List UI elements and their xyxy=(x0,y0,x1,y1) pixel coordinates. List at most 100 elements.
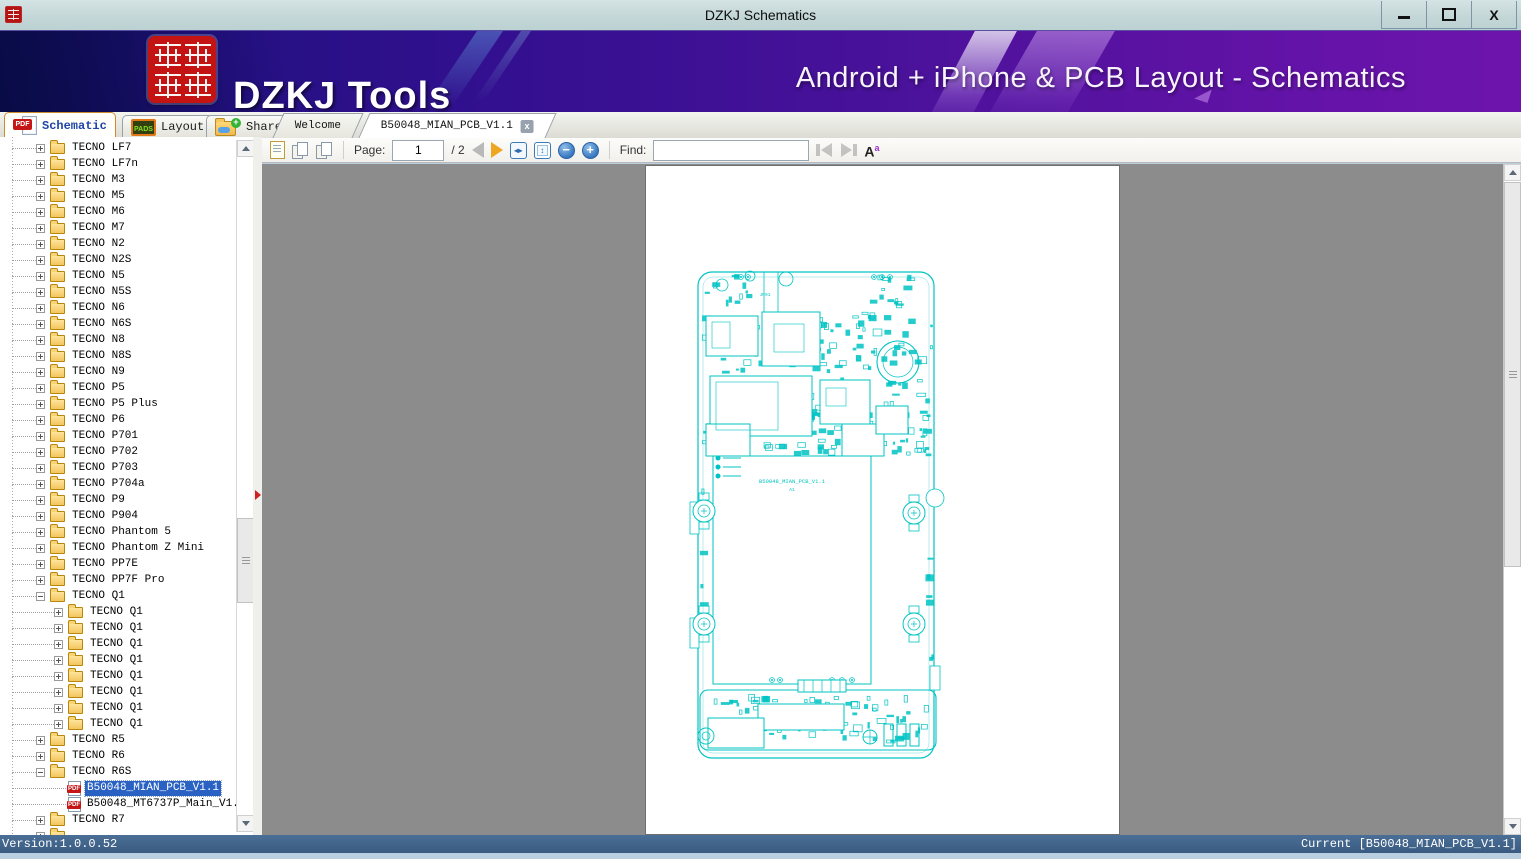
expand-toggle-icon[interactable] xyxy=(54,687,63,697)
expand-toggle-icon[interactable] xyxy=(36,159,45,169)
expand-toggle-icon[interactable] xyxy=(36,495,45,505)
expand-toggle-icon[interactable] xyxy=(36,815,45,825)
tree-item[interactable]: TECNO N5 xyxy=(0,267,253,284)
tree-item[interactable]: TECNO Q1 xyxy=(0,699,253,716)
expand-toggle-icon[interactable] xyxy=(36,303,45,313)
tree-item[interactable]: TECNO P9 xyxy=(0,491,253,508)
expand-toggle-icon[interactable] xyxy=(36,559,45,569)
tree-scrollbar[interactable] xyxy=(236,140,254,832)
tree-item[interactable]: TECNO M7 xyxy=(0,219,253,236)
tree-item[interactable]: TECNO N8 xyxy=(0,331,253,348)
tree-item[interactable]: TECNO Q1 xyxy=(0,619,253,636)
tree-item[interactable]: TECNO P904 xyxy=(0,507,253,524)
tree-item[interactable]: TECNO M3 xyxy=(0,171,253,188)
tree-item[interactable]: TECNO M6 xyxy=(0,203,253,220)
tree-item[interactable]: TECNO R7 xyxy=(0,811,253,828)
tree-item[interactable]: TECNO P702 xyxy=(0,443,253,460)
tree-item[interactable] xyxy=(0,827,253,835)
find-next-icon[interactable] xyxy=(840,143,858,157)
tree-item[interactable]: TECNO PP7F Pro xyxy=(0,571,253,588)
scroll-up-icon[interactable] xyxy=(1504,164,1521,181)
tree-item[interactable]: TECNO N9 xyxy=(0,363,253,380)
tree-item[interactable]: TECNO LF7n xyxy=(0,155,253,172)
tree-item[interactable]: TECNO Q1 xyxy=(0,651,253,668)
tree-item[interactable]: TECNO R6S xyxy=(0,763,253,780)
scroll-down-icon[interactable] xyxy=(1504,818,1521,835)
expand-toggle-icon[interactable] xyxy=(36,527,45,537)
collapse-toggle-icon[interactable] xyxy=(36,591,45,601)
tree-item[interactable]: TECNO N6 xyxy=(0,299,253,316)
expand-toggle-icon[interactable] xyxy=(54,703,63,713)
expand-toggle-icon[interactable] xyxy=(36,335,45,345)
tree-item[interactable]: TECNO M5 xyxy=(0,187,253,204)
fit-page-button[interactable]: ↕ xyxy=(533,141,551,159)
expand-toggle-icon[interactable] xyxy=(54,623,63,633)
tree-item[interactable]: TECNO Phantom Z Mini xyxy=(0,539,253,556)
scroll-down-icon[interactable] xyxy=(237,815,254,832)
page-number-input[interactable] xyxy=(392,139,445,161)
expand-toggle-icon[interactable] xyxy=(36,751,45,761)
expand-toggle-icon[interactable] xyxy=(36,399,45,409)
expand-toggle-icon[interactable] xyxy=(36,367,45,377)
expand-toggle-icon[interactable] xyxy=(36,415,45,425)
tree-item[interactable]: TECNO LF7 xyxy=(0,139,253,156)
expand-toggle-icon[interactable] xyxy=(54,655,63,665)
tree-item-pdf[interactable]: PDF B50048_MT6737P_Main_V1.1 xyxy=(0,796,253,812)
expand-toggle-icon[interactable] xyxy=(36,735,45,745)
collapse-panel-icon[interactable] xyxy=(255,490,261,500)
viewer-scrollbar-thumb[interactable] xyxy=(1504,182,1521,567)
expand-toggle-icon[interactable] xyxy=(54,719,63,729)
panel-splitter[interactable] xyxy=(253,137,262,835)
minimize-button[interactable] xyxy=(1381,1,1426,28)
tree-item[interactable]: TECNO R5 xyxy=(0,731,253,748)
tree-item[interactable]: TECNO P703 xyxy=(0,459,253,476)
tree-item[interactable]: TECNO P5 xyxy=(0,379,253,396)
tree-item[interactable]: TECNO Q1 xyxy=(0,683,253,700)
zoom-in-button[interactable]: + xyxy=(581,141,599,159)
expand-toggle-icon[interactable] xyxy=(36,207,45,217)
tree-item[interactable]: TECNO Phantom 5 xyxy=(0,523,253,540)
viewer-scrollbar[interactable] xyxy=(1503,164,1521,835)
expand-toggle-icon[interactable] xyxy=(54,639,63,649)
find-previous-icon[interactable] xyxy=(816,143,833,157)
expand-toggle-icon[interactable] xyxy=(36,463,45,473)
expand-toggle-icon[interactable] xyxy=(36,287,45,297)
tree-item[interactable]: TECNO N8S xyxy=(0,347,253,364)
tab-schematic[interactable]: PDF Schematic xyxy=(4,112,116,138)
maximize-button[interactable] xyxy=(1426,1,1471,28)
doc-tab-close-icon[interactable]: x xyxy=(521,119,535,133)
scroll-up-icon[interactable] xyxy=(237,140,254,157)
tree-item[interactable]: TECNO N2 xyxy=(0,235,253,252)
tree-item[interactable]: TECNO Q1 xyxy=(0,667,253,684)
match-case-icon[interactable]: Aa xyxy=(864,141,879,159)
expand-toggle-icon[interactable] xyxy=(36,239,45,249)
tree-item[interactable]: TECNO Q1 xyxy=(0,603,253,620)
expand-toggle-icon[interactable] xyxy=(36,383,45,393)
tree-item[interactable]: TECNO PP7E xyxy=(0,555,253,572)
expand-toggle-icon[interactable] xyxy=(54,671,63,681)
tree-item[interactable]: TECNO P5 Plus xyxy=(0,395,253,412)
tab-layout[interactable]: PADS Layout xyxy=(122,115,214,138)
expand-toggle-icon[interactable] xyxy=(36,447,45,457)
prev-view-icon[interactable] xyxy=(292,142,309,159)
document-icon[interactable] xyxy=(270,141,285,159)
tree-item[interactable]: TECNO P6 xyxy=(0,411,253,428)
next-view-icon[interactable] xyxy=(316,142,333,159)
doc-tab-welcome[interactable]: Welcome xyxy=(272,113,364,138)
tree-item[interactable]: TECNO Q1 xyxy=(0,587,253,604)
expand-toggle-icon[interactable] xyxy=(54,607,63,617)
zoom-out-button[interactable]: − xyxy=(557,141,575,159)
tree-item[interactable]: TECNO P701 xyxy=(0,427,253,444)
tree-item[interactable]: TECNO P704a xyxy=(0,475,253,492)
find-input[interactable] xyxy=(653,139,810,161)
pdf-viewer[interactable]: JP01 B50048_MIAN_PCB_V1.1 A1 xyxy=(262,164,1521,835)
expand-toggle-icon[interactable] xyxy=(36,143,45,153)
expand-toggle-icon[interactable] xyxy=(36,351,45,361)
expand-toggle-icon[interactable] xyxy=(36,319,45,329)
tree-item[interactable]: TECNO N6S xyxy=(0,315,253,332)
previous-page-icon[interactable] xyxy=(471,142,484,158)
tree-scrollbar-thumb[interactable] xyxy=(237,518,254,603)
expand-toggle-icon[interactable] xyxy=(36,271,45,281)
expand-toggle-icon[interactable] xyxy=(36,431,45,441)
expand-toggle-icon[interactable] xyxy=(36,511,45,521)
